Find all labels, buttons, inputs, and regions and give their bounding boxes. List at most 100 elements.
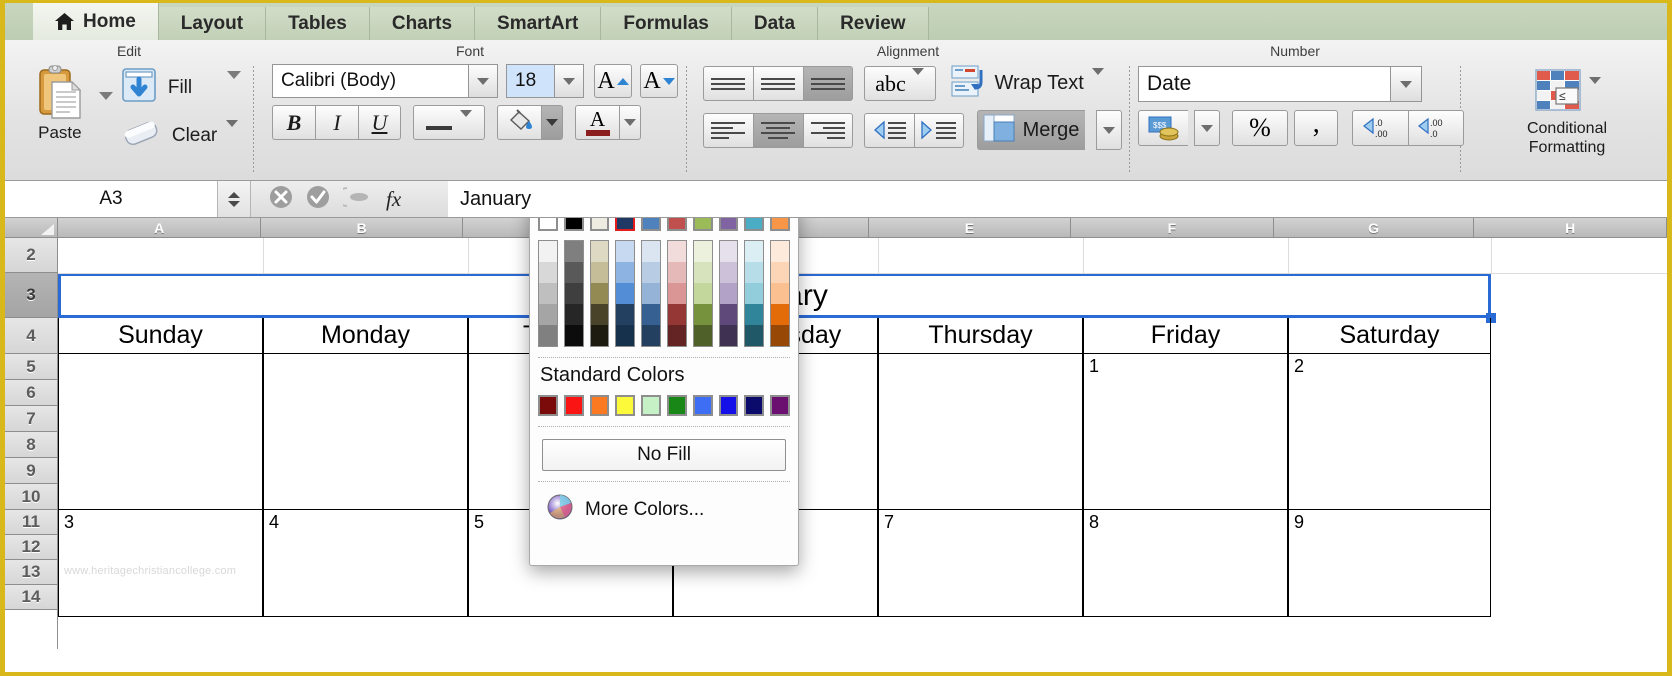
column-header-A[interactable]: A xyxy=(58,218,261,237)
font-name-dropdown-arrow[interactable] xyxy=(468,64,498,98)
decrease-indent-button[interactable] xyxy=(864,113,914,148)
theme-shade-swatch[interactable] xyxy=(720,283,738,304)
font-name-value[interactable]: Calibri (Body) xyxy=(272,64,468,98)
theme-color-swatch[interactable] xyxy=(770,218,790,231)
theme-color-swatch[interactable] xyxy=(564,218,584,231)
theme-shade-swatch[interactable] xyxy=(720,241,738,262)
theme-shade-swatch[interactable] xyxy=(565,283,583,304)
row-header-14[interactable]: 14 xyxy=(5,585,57,610)
standard-color-swatch[interactable] xyxy=(693,395,713,416)
italic-button[interactable]: I xyxy=(315,105,358,140)
tab-review[interactable]: Review xyxy=(818,7,928,40)
row-header-3[interactable]: 3 xyxy=(5,273,57,318)
theme-shade-swatch[interactable] xyxy=(591,262,609,283)
theme-shade-swatch[interactable] xyxy=(745,283,763,304)
theme-shade-swatch[interactable] xyxy=(565,325,583,346)
theme-shade-swatch[interactable] xyxy=(668,241,686,262)
fill-color-button[interactable] xyxy=(497,105,541,140)
calendar-day-cell[interactable] xyxy=(263,354,468,510)
theme-shade-swatch[interactable] xyxy=(668,262,686,283)
theme-shade-swatch[interactable] xyxy=(694,241,712,262)
weekday-header-cell[interactable]: Friday xyxy=(1083,318,1288,354)
theme-shade-swatch[interactable] xyxy=(745,262,763,283)
font-size-combo[interactable]: 18 xyxy=(506,64,584,98)
theme-shade-swatch[interactable] xyxy=(591,325,609,346)
tab-layout[interactable]: Layout xyxy=(159,7,266,40)
theme-shade-swatch[interactable] xyxy=(591,304,609,325)
conditional-formatting-button[interactable]: ≤ Conditional Formatting xyxy=(1527,68,1607,157)
theme-shade-swatch[interactable] xyxy=(591,241,609,262)
calendar-day-cell[interactable]: 8 xyxy=(1083,510,1288,617)
theme-shade-swatch[interactable] xyxy=(694,283,712,304)
align-bottom-button[interactable] xyxy=(803,66,853,101)
theme-shade-swatch[interactable] xyxy=(565,241,583,262)
theme-shade-swatch[interactable] xyxy=(720,262,738,283)
theme-shade-swatch[interactable] xyxy=(616,262,634,283)
theme-shade-swatch[interactable] xyxy=(771,325,789,346)
row-header-10[interactable]: 10 xyxy=(5,484,57,510)
theme-color-swatch[interactable] xyxy=(667,218,687,231)
fx-icon[interactable]: fx xyxy=(386,187,401,212)
tab-formulas[interactable]: Formulas xyxy=(601,7,732,40)
align-right-button[interactable] xyxy=(803,113,853,148)
row-header-6[interactable]: 6 xyxy=(5,380,57,406)
column-header-H[interactable]: H xyxy=(1474,218,1667,237)
cancel-icon[interactable] xyxy=(269,185,293,214)
row-header-8[interactable]: 8 xyxy=(5,432,57,458)
standard-color-swatch[interactable] xyxy=(590,395,610,416)
grow-font-button[interactable]: A xyxy=(594,64,632,98)
orientation-button[interactable]: abc xyxy=(864,66,936,101)
row-header-11[interactable]: 11 xyxy=(5,510,57,535)
calendar-day-cell[interactable]: 3 xyxy=(58,510,263,617)
theme-shade-swatch[interactable] xyxy=(720,325,738,346)
merge-dropdown-arrow[interactable] xyxy=(1096,110,1122,150)
column-header-G[interactable]: G xyxy=(1274,218,1475,237)
calendar-day-cell[interactable] xyxy=(878,354,1083,510)
align-top-button[interactable] xyxy=(703,66,753,101)
theme-shade-swatch[interactable] xyxy=(616,241,634,262)
formula-input[interactable]: January xyxy=(448,181,1667,217)
align-left-button[interactable] xyxy=(703,113,753,148)
row-header-9[interactable]: 9 xyxy=(5,458,57,484)
theme-shade-swatch[interactable] xyxy=(771,241,789,262)
theme-shade-swatch[interactable] xyxy=(642,304,660,325)
tab-smartart[interactable]: SmartArt xyxy=(475,7,601,40)
bold-button[interactable]: B xyxy=(272,105,315,140)
calendar-day-cell[interactable] xyxy=(58,354,263,510)
theme-shade-swatch[interactable] xyxy=(565,304,583,325)
theme-shade-swatch[interactable] xyxy=(642,325,660,346)
theme-shade-swatch[interactable] xyxy=(539,262,557,283)
theme-shade-swatch[interactable] xyxy=(745,325,763,346)
row-header-12[interactable]: 12 xyxy=(5,535,57,560)
fill-button[interactable]: Fill xyxy=(119,66,241,109)
number-format-value[interactable]: Date xyxy=(1138,66,1390,102)
weekday-header-cell[interactable]: Monday xyxy=(263,318,468,354)
theme-color-swatch[interactable] xyxy=(590,218,610,231)
theme-shade-swatch[interactable] xyxy=(720,304,738,325)
row-header-2[interactable]: 2 xyxy=(5,238,57,273)
theme-color-swatch[interactable] xyxy=(719,218,739,231)
orientation-dropdown-arrow[interactable] xyxy=(912,75,924,93)
number-format-dropdown-arrow[interactable] xyxy=(1390,66,1422,102)
tab-charts[interactable]: Charts xyxy=(370,7,475,40)
decrease-decimal-button[interactable]: .0 .00 xyxy=(1352,110,1408,146)
tab-data[interactable]: Data xyxy=(732,7,818,40)
theme-shade-swatch[interactable] xyxy=(771,283,789,304)
theme-shade-swatch[interactable] xyxy=(642,283,660,304)
fill-color-dropdown-arrow[interactable] xyxy=(541,105,563,140)
font-color-button[interactable]: A xyxy=(575,105,619,140)
font-size-value[interactable]: 18 xyxy=(506,64,554,98)
theme-shade-swatch[interactable] xyxy=(642,262,660,283)
tab-home[interactable]: Home xyxy=(33,3,159,40)
theme-color-swatch[interactable] xyxy=(538,218,558,231)
wrap-text-button[interactable]: Wrap Text xyxy=(951,64,1104,103)
column-header-B[interactable]: B xyxy=(261,218,464,237)
shrink-font-button[interactable]: A xyxy=(640,64,678,98)
calendar-day-cell[interactable]: 7 xyxy=(878,510,1083,617)
accept-icon[interactable] xyxy=(306,185,330,214)
increase-decimal-button[interactable]: .00 .0 xyxy=(1408,110,1464,146)
underline-button[interactable]: U xyxy=(358,105,401,140)
name-box[interactable]: A3 xyxy=(5,181,218,217)
select-all-corner[interactable] xyxy=(5,218,58,237)
more-colors-button[interactable]: More Colors... xyxy=(530,482,798,526)
